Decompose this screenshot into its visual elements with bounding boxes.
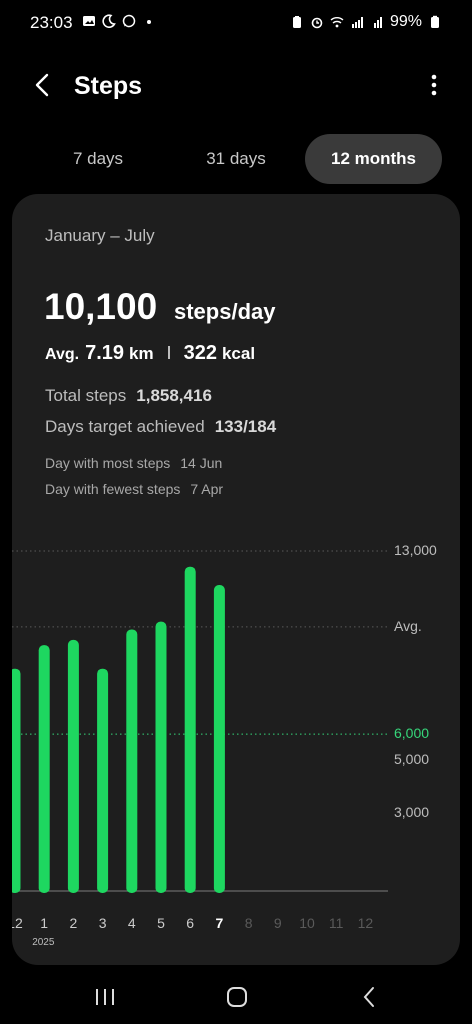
x-tick-label: 1 bbox=[40, 915, 49, 931]
signal-icon bbox=[350, 15, 364, 29]
tab-31-days[interactable]: 31 days bbox=[168, 134, 304, 184]
x-tick-label: 3 bbox=[98, 915, 107, 931]
days-target-value: 133/184 bbox=[214, 417, 277, 436]
total-steps-label: Total steps bbox=[45, 386, 127, 405]
fewest-steps-row: Day with fewest steps 7 Apr bbox=[45, 481, 223, 497]
y-tick-label: 3,000 bbox=[394, 803, 430, 820]
fewest-steps-value: 7 Apr bbox=[190, 481, 224, 497]
whatsapp-icon bbox=[122, 14, 136, 28]
x-tick-label: 12 bbox=[357, 915, 374, 931]
alarm-icon bbox=[310, 15, 324, 29]
x-tick-label: 4 bbox=[127, 915, 136, 931]
signal-r-icon bbox=[370, 15, 384, 29]
steps-summary-card: January – July 10,100 steps/day Avg. 7.1… bbox=[12, 194, 460, 965]
status-bar: 23:03 99% bbox=[0, 0, 472, 44]
average-row: Avg. 7.19 km 322 kcal bbox=[45, 342, 255, 365]
app-header: Steps bbox=[0, 60, 472, 112]
back-icon[interactable] bbox=[28, 70, 58, 100]
battery-saver-icon bbox=[290, 15, 304, 29]
back-nav-icon[interactable] bbox=[354, 982, 384, 1012]
most-steps-row: Day with most steps 14 Jun bbox=[45, 455, 222, 471]
x-tick-label: 11 bbox=[328, 915, 344, 931]
y-tick-label: Avg. bbox=[394, 617, 422, 634]
y-tick-label: 6,000 bbox=[394, 725, 430, 742]
gallery-icon bbox=[82, 14, 96, 28]
tab-7-days[interactable]: 7 days bbox=[30, 134, 166, 184]
bar-month-4[interactable] bbox=[126, 629, 138, 893]
monthly-steps-chart: 13,000Avg.6,0005,0003,000121234567891011… bbox=[12, 534, 460, 954]
home-icon[interactable] bbox=[222, 982, 252, 1012]
x-tick-label: 6 bbox=[186, 915, 195, 931]
x-tick-label: 7 bbox=[215, 915, 224, 931]
bar-month-6[interactable] bbox=[184, 566, 196, 893]
divider bbox=[167, 346, 170, 359]
status-right-icons: 99% bbox=[290, 13, 442, 31]
bar-month-12[interactable] bbox=[12, 668, 21, 893]
period-tabs: 7 days 31 days 12 months bbox=[30, 134, 442, 184]
total-steps-row: Total steps 1,858,416 bbox=[45, 386, 212, 406]
avg-label: Avg. bbox=[45, 346, 80, 363]
dot-icon bbox=[142, 14, 156, 28]
battery-percent: 99% bbox=[389, 13, 422, 30]
x-tick-label: 8 bbox=[244, 915, 253, 931]
status-left-icons bbox=[82, 14, 156, 28]
calories-value: 322 bbox=[183, 342, 217, 364]
bar-month-7[interactable] bbox=[213, 585, 225, 893]
bar-month-5[interactable] bbox=[155, 621, 167, 893]
y-tick-label: 5,000 bbox=[394, 751, 430, 768]
bar-month-3[interactable] bbox=[97, 668, 109, 893]
wifi-icon bbox=[330, 15, 344, 29]
more-options-icon[interactable] bbox=[428, 72, 440, 100]
x-tick-label: 10 bbox=[299, 915, 315, 931]
year-label: 2025 bbox=[32, 937, 55, 948]
battery-icon bbox=[428, 15, 442, 29]
chart-canvas bbox=[12, 550, 388, 893]
moon-icon bbox=[102, 14, 116, 28]
x-tick-label: 12 bbox=[12, 915, 23, 931]
days-target-label: Days target achieved bbox=[45, 417, 205, 436]
tab-12-months[interactable]: 12 months bbox=[305, 134, 442, 184]
bar-month-1[interactable] bbox=[38, 645, 50, 893]
total-steps-value: 1,858,416 bbox=[136, 386, 212, 405]
most-steps-label: Day with most steps bbox=[45, 455, 171, 471]
period-label: January – July bbox=[45, 226, 155, 245]
system-nav-bar bbox=[0, 970, 472, 1024]
bar-month-2[interactable] bbox=[67, 639, 79, 893]
daily-average-unit: steps/day bbox=[174, 299, 276, 324]
calories-unit: kcal bbox=[221, 344, 256, 363]
distance-unit: km bbox=[129, 344, 154, 363]
recent-apps-icon[interactable] bbox=[90, 982, 120, 1012]
days-target-row: Days target achieved 133/184 bbox=[45, 417, 276, 437]
page-title: Steps bbox=[74, 72, 143, 100]
x-tick-label: 2 bbox=[69, 915, 78, 931]
x-tick-label: 5 bbox=[157, 915, 165, 931]
distance-value: 7.19 bbox=[85, 342, 125, 364]
fewest-steps-label: Day with fewest steps bbox=[45, 481, 181, 497]
daily-average-value: 10,100 bbox=[44, 286, 158, 327]
y-tick-label: 13,000 bbox=[394, 542, 437, 558]
status-time: 23:03 bbox=[30, 13, 73, 32]
x-tick-label: 9 bbox=[273, 915, 282, 931]
most-steps-value: 14 Jun bbox=[180, 455, 223, 471]
